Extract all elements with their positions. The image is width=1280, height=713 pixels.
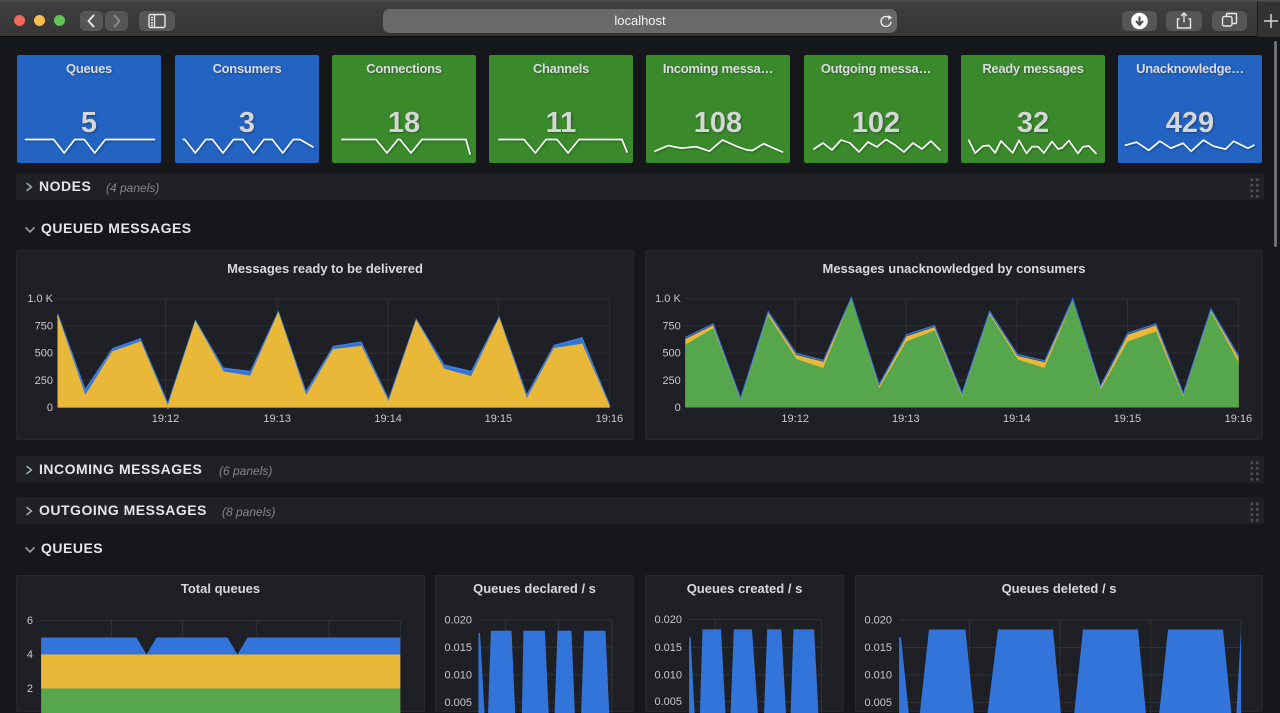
svg-text:250: 250 bbox=[35, 375, 53, 387]
svg-text:2: 2 bbox=[27, 683, 33, 695]
svg-text:4: 4 bbox=[27, 649, 33, 661]
svg-text:750: 750 bbox=[35, 320, 53, 332]
svg-text:0.005: 0.005 bbox=[654, 696, 682, 708]
svg-text:19:15: 19:15 bbox=[485, 413, 513, 425]
svg-text:19:12: 19:12 bbox=[152, 413, 180, 425]
svg-text:0.015: 0.015 bbox=[654, 642, 682, 654]
svg-text:500: 500 bbox=[662, 348, 680, 360]
svg-text:500: 500 bbox=[35, 348, 53, 360]
svg-text:19:16: 19:16 bbox=[1225, 413, 1253, 425]
svg-text:19:16: 19:16 bbox=[596, 413, 624, 425]
svg-text:0.020: 0.020 bbox=[654, 614, 682, 626]
svg-text:750: 750 bbox=[662, 320, 680, 332]
svg-text:250: 250 bbox=[662, 375, 680, 387]
svg-text:19:15: 19:15 bbox=[1114, 413, 1142, 425]
svg-text:19:12: 19:12 bbox=[781, 413, 809, 425]
svg-text:1.0 K: 1.0 K bbox=[655, 293, 681, 305]
svg-text:6: 6 bbox=[27, 615, 33, 627]
svg-text:0.010: 0.010 bbox=[444, 669, 472, 681]
svg-text:0.005: 0.005 bbox=[444, 697, 472, 709]
svg-text:0.005: 0.005 bbox=[864, 697, 892, 709]
svg-text:0.010: 0.010 bbox=[864, 670, 892, 682]
svg-text:0.020: 0.020 bbox=[444, 614, 472, 626]
svg-text:0.015: 0.015 bbox=[444, 642, 472, 654]
svg-text:19:13: 19:13 bbox=[263, 413, 291, 425]
svg-text:0.015: 0.015 bbox=[864, 642, 892, 654]
svg-text:0: 0 bbox=[47, 402, 53, 414]
svg-text:0: 0 bbox=[675, 402, 681, 414]
svg-text:19:14: 19:14 bbox=[374, 413, 402, 425]
svg-text:1.0 K: 1.0 K bbox=[27, 293, 53, 305]
svg-text:0.020: 0.020 bbox=[864, 615, 892, 627]
svg-text:19:14: 19:14 bbox=[1003, 413, 1031, 425]
svg-text:19:13: 19:13 bbox=[892, 413, 920, 425]
svg-text:0.010: 0.010 bbox=[654, 669, 682, 681]
